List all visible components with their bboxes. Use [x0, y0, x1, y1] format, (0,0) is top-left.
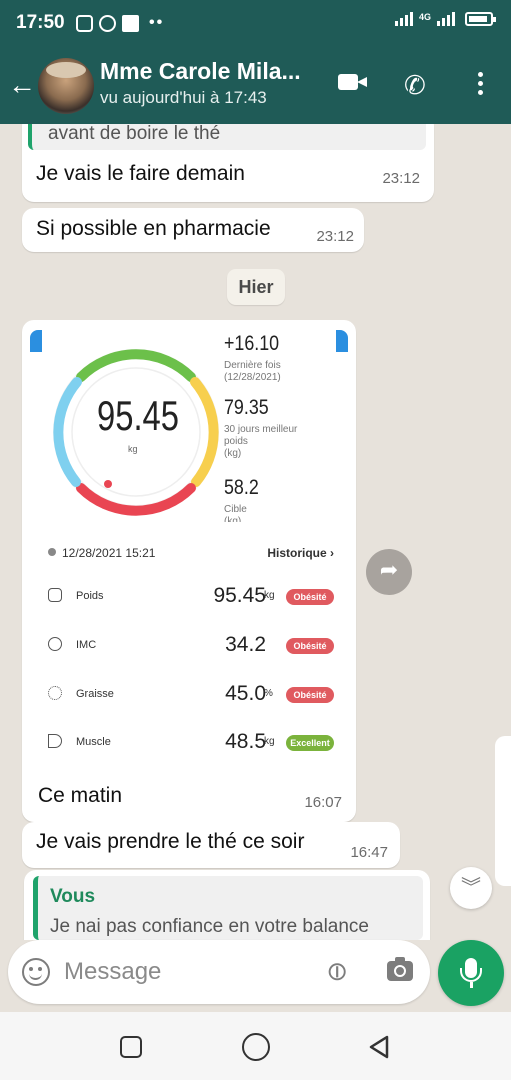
gauge-value: 95.45: [97, 392, 179, 439]
messenger-notification-icon: [99, 14, 116, 32]
message-text: Si possible en pharmacie: [36, 217, 271, 240]
quoted-text: avant de boire le thé: [48, 124, 221, 144]
quoted-reply[interactable]: Vous Je nai pas confiance en votre balan…: [33, 876, 423, 940]
camera-icon[interactable]: [387, 957, 413, 981]
metric-label: Graisse: [76, 688, 114, 700]
stat-best-sub: poids: [224, 436, 248, 447]
facebook-notification-icon: [122, 14, 139, 32]
last-seen: vu aujourd'hui à 17:43: [100, 88, 267, 107]
gauge-segment-green: [76, 349, 196, 382]
metric-value: 48.5: [225, 730, 266, 753]
metric-row-fat: Graisse 45.0 % Obésité: [48, 682, 338, 710]
measurement-meta: 12/28/2021 15:21 Historique ›: [48, 544, 338, 562]
message-composer: ⊘: [8, 940, 430, 1004]
video-call-icon[interactable]: [338, 72, 368, 94]
message-bubble[interactable]: Je vais prendre le thé ce soir 16:47: [22, 822, 400, 868]
scale-screenshot-image[interactable]: 95.45 kg +16.10 Dernière fois (12/28/202…: [24, 322, 354, 782]
notification-icons: ••: [76, 14, 164, 32]
message-text: Je vais prendre le thé ce soir: [36, 830, 305, 853]
gallery-notification-icon: [76, 14, 93, 32]
back-arrow-icon[interactable]: ←: [8, 70, 38, 100]
quoted-text: Je nai pas confiance en votre balance: [50, 916, 369, 937]
history-link: Historique ›: [267, 546, 334, 560]
message-time: 16:07: [304, 794, 342, 811]
more-vert-icon[interactable]: [470, 72, 490, 95]
measurement-date: 12/28/2021 15:21: [62, 546, 156, 560]
system-indicators: 4G: [394, 12, 496, 26]
chat-header: ← Mme Carole Mila... vu aujourd'hui à 17…: [0, 48, 511, 124]
more-notifications-icon: ••: [149, 14, 165, 31]
scroll-down-icon[interactable]: ︾: [450, 867, 492, 909]
stat-target-value: 58.2: [224, 476, 259, 499]
message-time: 23:12: [316, 228, 354, 245]
home-icon[interactable]: [242, 1033, 270, 1061]
status-time: 17:50: [16, 12, 65, 33]
scrollbar-thumb[interactable]: [495, 736, 511, 886]
image-caption: Ce matin: [38, 784, 123, 807]
history-label: Historique: [267, 546, 327, 560]
status-bar: 17:50 •• 4G: [0, 0, 511, 48]
weight-icon: [48, 588, 62, 602]
contact-avatar[interactable]: [38, 58, 94, 114]
emoji-icon[interactable]: [22, 958, 50, 986]
metric-badge: Excellent: [286, 735, 334, 751]
corner-tab-left: [30, 330, 42, 352]
metric-label: Muscle: [76, 736, 111, 748]
stat-change-value: +16.10: [224, 332, 280, 355]
quoted-message[interactable]: avant de boire le thé: [28, 124, 426, 150]
message-bubble[interactable]: Si possible en pharmacie 23:12: [22, 208, 364, 252]
gauge-unit: kg: [128, 444, 138, 454]
fat-icon: [48, 686, 62, 700]
nav-back-icon[interactable]: [366, 1034, 392, 1060]
metric-label: Poids: [76, 590, 104, 602]
recent-apps-icon[interactable]: [120, 1036, 142, 1058]
quoted-author: Vous: [50, 886, 96, 907]
metric-row-weight: Poids 95.45 kg Obésité: [48, 584, 338, 612]
metric-row-bmi: IMC 34.2 Obésité: [48, 633, 338, 661]
message-input[interactable]: [64, 954, 304, 990]
stat-best-unit: (kg): [224, 448, 242, 459]
forward-icon[interactable]: [366, 549, 412, 595]
phone-icon[interactable]: ✆: [404, 72, 426, 98]
muscle-icon: [48, 734, 62, 748]
system-nav-bar: [0, 1012, 511, 1080]
stat-best-label: 30 jours meilleur: [224, 424, 298, 435]
bmi-icon: [48, 637, 62, 651]
gauge-marker: [104, 480, 112, 488]
stat-change-date: (12/28/2021): [224, 372, 281, 383]
stat-best-value: 79.35: [224, 396, 269, 419]
day-separator: Hier: [227, 269, 285, 305]
metric-row-muscle: Muscle 48.5 kg Excellent: [48, 730, 338, 758]
network-type: 4G: [418, 12, 431, 22]
corner-tab-right: [336, 330, 348, 352]
contact-name: Mme Carole Mila...: [100, 58, 301, 84]
metric-badge: Obésité: [286, 589, 334, 605]
metric-label: IMC: [76, 639, 97, 651]
metric-badge: Obésité: [286, 687, 334, 703]
metric-value: 95.45: [213, 584, 266, 607]
metric-unit: kg: [264, 590, 275, 601]
message-time: 23:12: [382, 170, 420, 187]
stat-target-unit: (kg): [224, 516, 242, 522]
attach-icon[interactable]: ⊘: [318, 953, 355, 990]
clock-icon: [48, 548, 56, 556]
battery-icon: [465, 12, 496, 26]
stat-target-label: Cible: [224, 504, 247, 515]
metric-value: 45.0: [225, 682, 266, 705]
metric-value: 34.2: [225, 633, 266, 656]
signal-icon: [394, 12, 413, 26]
contact-info[interactable]: Mme Carole Mila... vu aujourd'hui à 17:4…: [100, 58, 320, 108]
signal-icon-2: [437, 12, 455, 26]
metric-badge: Obésité: [286, 638, 334, 654]
image-message[interactable]: 95.45 kg +16.10 Dernière fois (12/28/202…: [22, 320, 356, 822]
stat-change-label: Dernière fois: [224, 360, 281, 371]
message-text: Je vais le faire demain: [36, 162, 245, 185]
mic-button[interactable]: [438, 940, 504, 1006]
message-bubble[interactable]: avant de boire le thé Je vais le faire d…: [22, 124, 434, 202]
metric-unit: %: [264, 688, 273, 699]
gauge-segment-red: [76, 483, 196, 516]
message-time: 16:47: [350, 844, 388, 861]
metric-unit: kg: [264, 736, 275, 747]
chat-area[interactable]: avant de boire le thé Je vais le faire d…: [0, 124, 511, 940]
